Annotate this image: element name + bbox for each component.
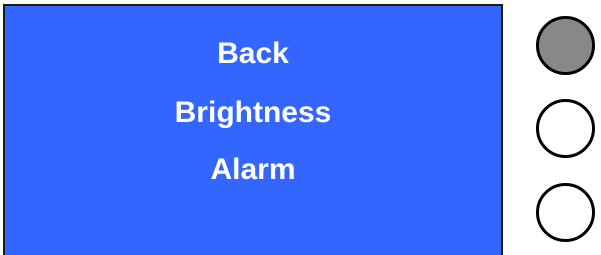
side-button-bottom[interactable]: [536, 183, 595, 242]
menu-display: Back Brightness Alarm: [3, 4, 503, 255]
side-button-middle[interactable]: [536, 99, 595, 158]
side-button-top[interactable]: [536, 16, 595, 75]
device-panel: Back Brightness Alarm: [0, 0, 601, 255]
menu-item-back[interactable]: Back: [5, 37, 501, 71]
menu-item-brightness[interactable]: Brightness: [5, 96, 501, 130]
menu-item-alarm[interactable]: Alarm: [5, 153, 501, 187]
